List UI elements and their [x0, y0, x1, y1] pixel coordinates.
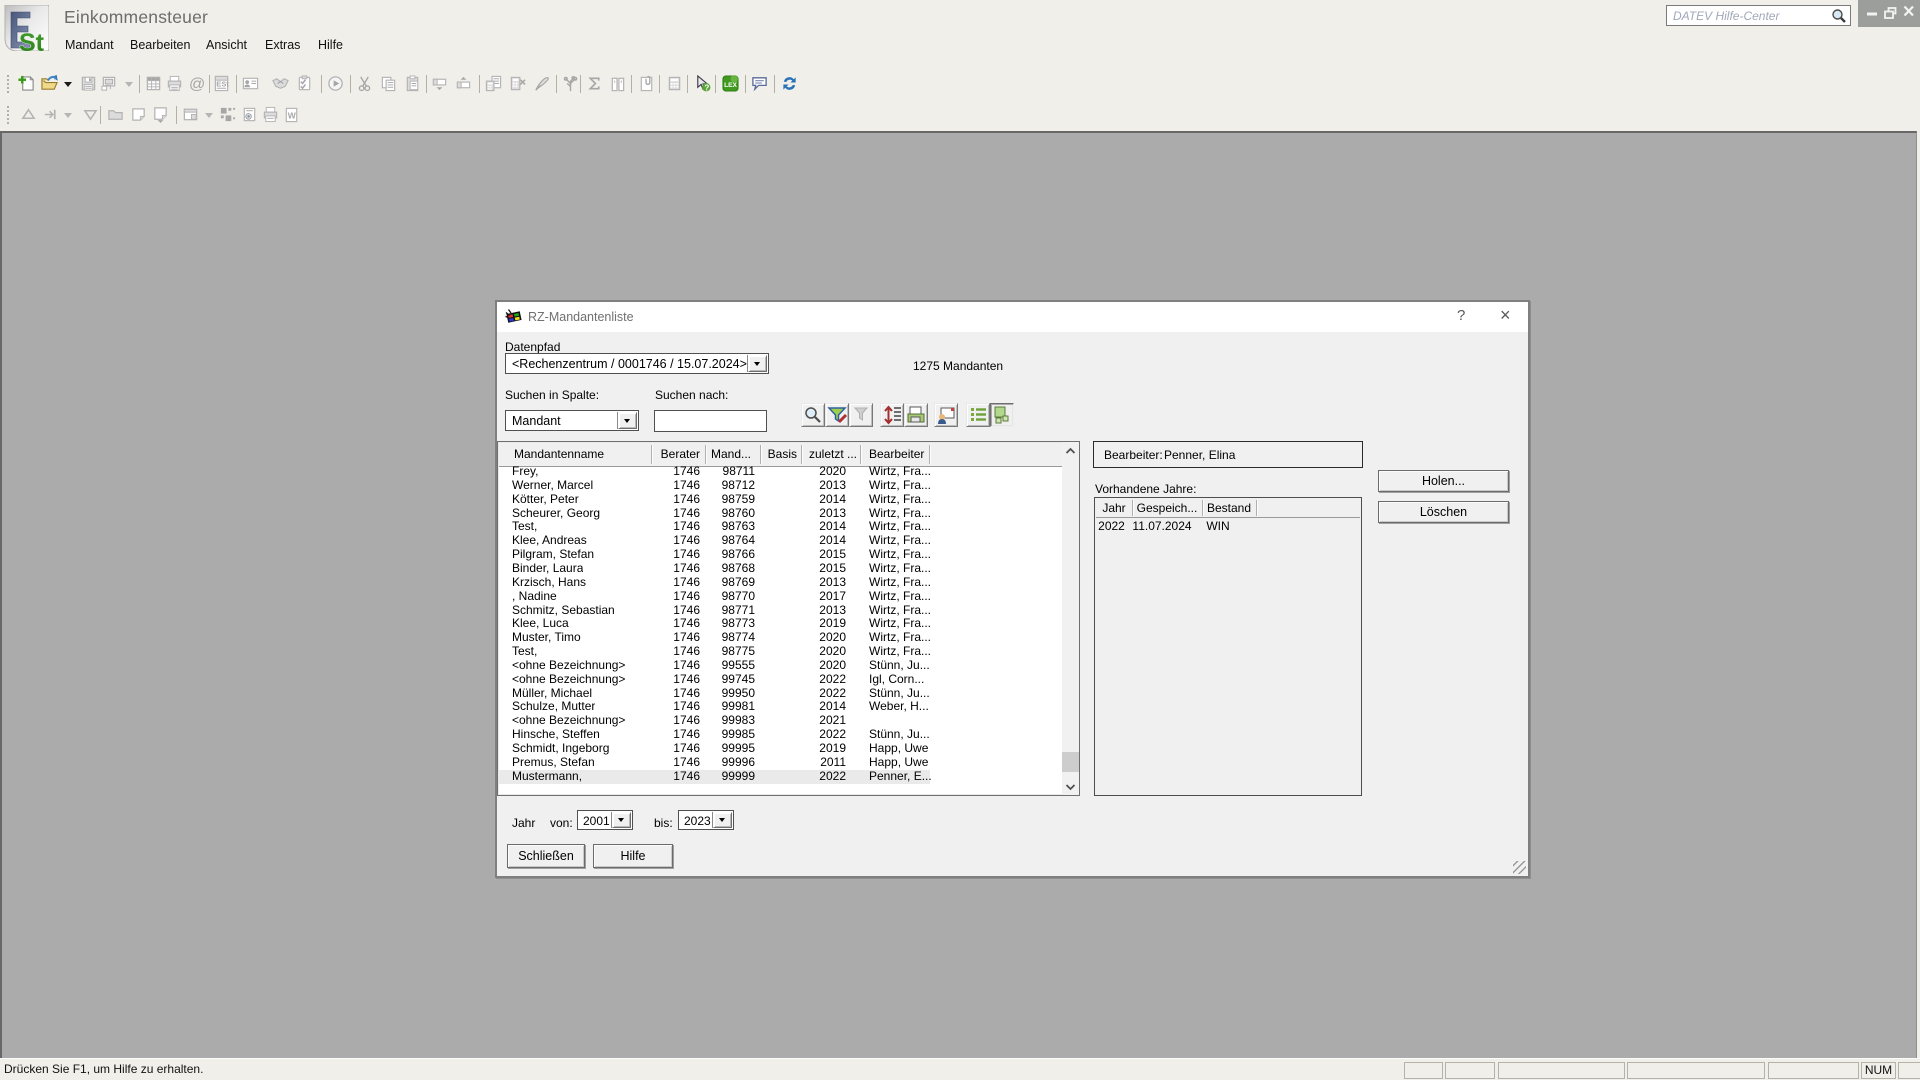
svg-text:LEX: LEX [724, 82, 737, 89]
svg-text:St: St [19, 29, 45, 51]
svg-text:@: @ [189, 75, 205, 92]
svg-text:?: ? [704, 83, 709, 92]
svg-text:ESt: ESt [216, 79, 229, 88]
svg-text:W: W [288, 110, 297, 120]
